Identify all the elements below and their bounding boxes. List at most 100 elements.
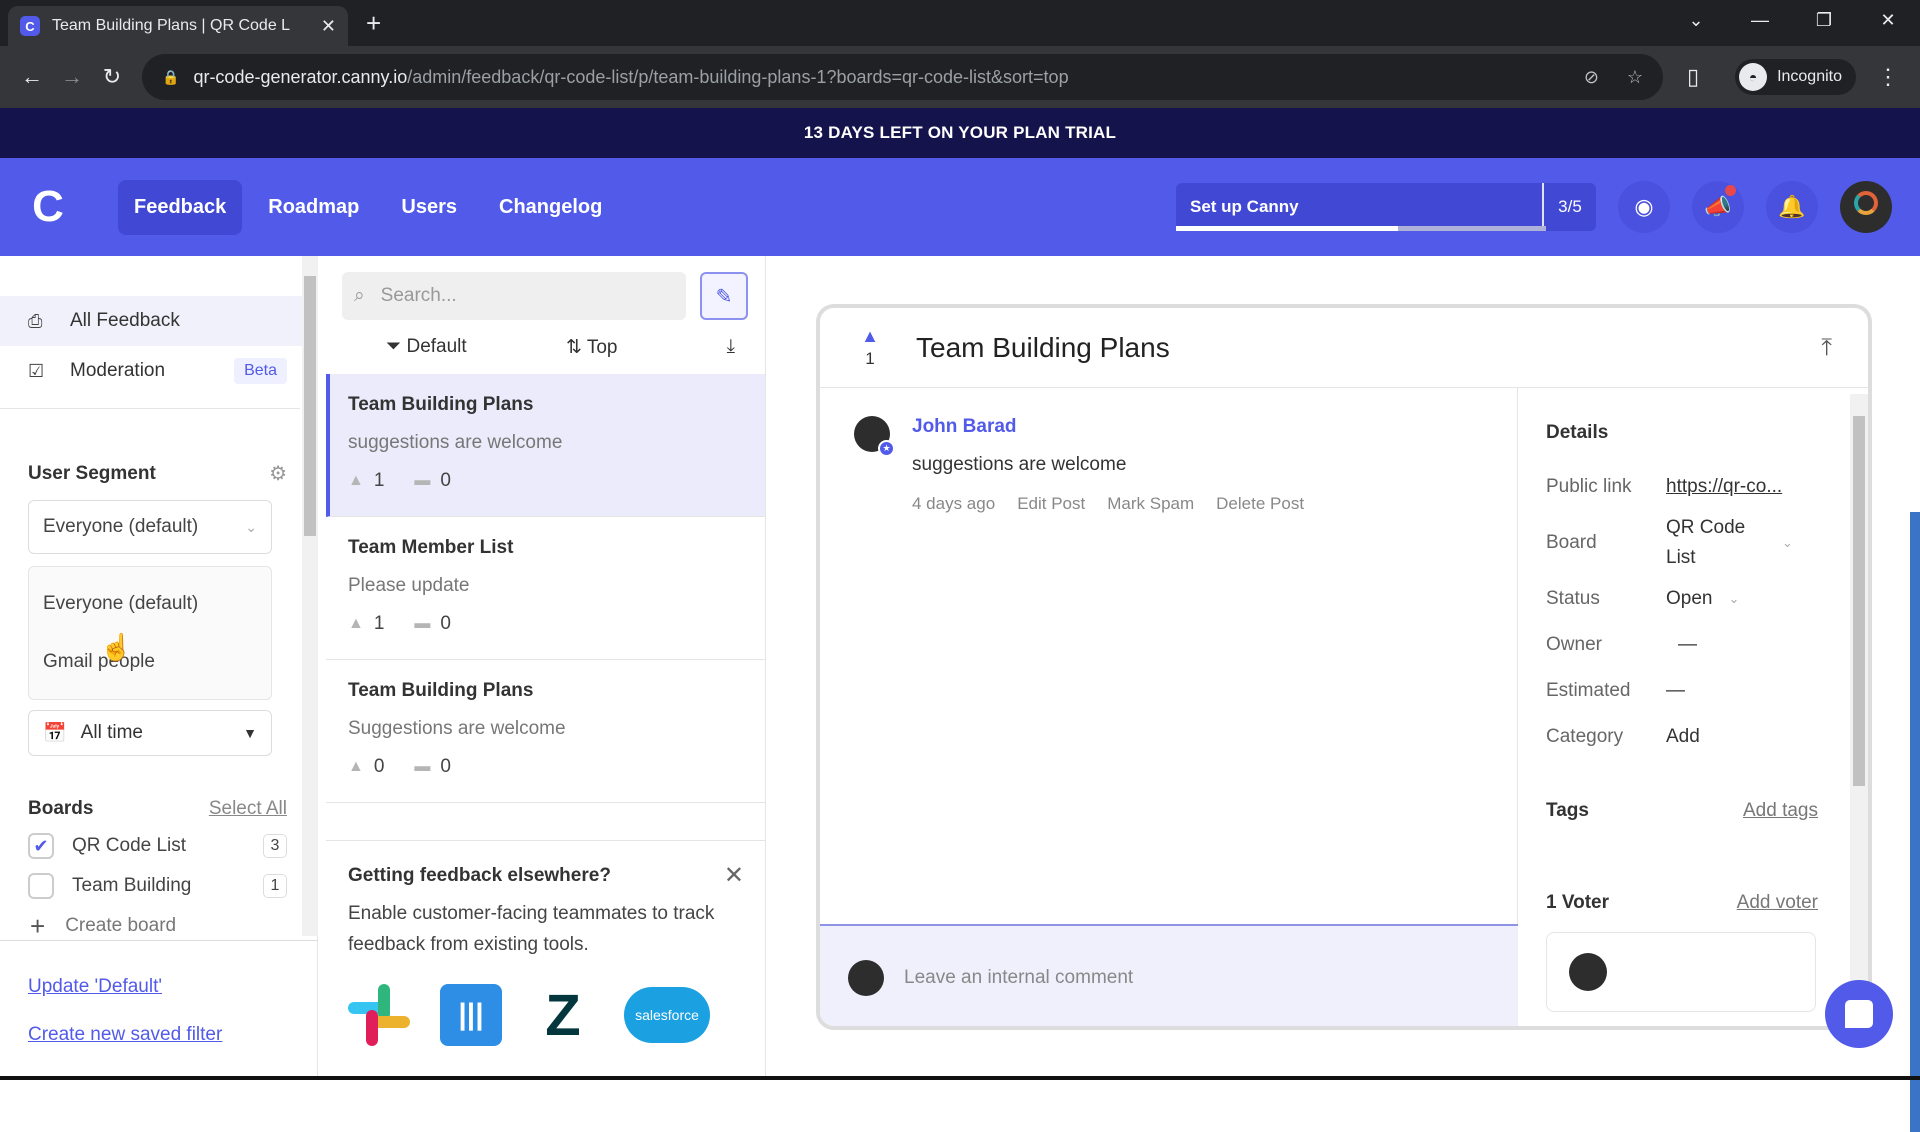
- chevron-down-icon: ⌄: [1728, 591, 1739, 607]
- nav-feedback[interactable]: Feedback: [118, 180, 242, 235]
- tab-search-icon[interactable]: ⌄: [1664, 10, 1728, 31]
- back-icon[interactable]: ←: [12, 64, 52, 90]
- details-scrollbar[interactable]: [1850, 394, 1868, 1014]
- create-saved-filter-link[interactable]: Create new saved filter: [28, 1024, 222, 1046]
- tab-title: Team Building Plans | QR Code L: [52, 17, 311, 35]
- sidebar-item-moderation[interactable]: ☑ Moderation Beta: [0, 346, 317, 396]
- create-post-button[interactable]: ✎: [700, 272, 748, 320]
- promo-title: Getting feedback elsewhere?: [348, 865, 611, 890]
- close-window-icon[interactable]: ✕: [1856, 10, 1920, 31]
- voter-list: [1546, 932, 1816, 1012]
- add-tags-link[interactable]: Add tags: [1743, 800, 1818, 822]
- setup-canny-button[interactable]: Set up Canny 3/5: [1176, 183, 1596, 231]
- zendesk-logo-icon[interactable]: Z: [532, 984, 594, 1046]
- forward-icon[interactable]: →: [52, 64, 92, 90]
- reload-icon[interactable]: ↻: [92, 64, 132, 90]
- status-value: Open: [1666, 588, 1712, 610]
- sidebar-item-all-feedback[interactable]: ⎙ All Feedback: [0, 296, 317, 346]
- merge-icon[interactable]: ⤒: [1821, 334, 1832, 362]
- upvote-button[interactable]: ▲ 1: [858, 327, 882, 369]
- incognito-badge[interactable]: ◓ Incognito: [1735, 59, 1856, 95]
- user-segment-title: User Segment: [28, 463, 156, 485]
- upvote-icon: ▲: [348, 758, 364, 776]
- estimated-value[interactable]: —: [1666, 680, 1685, 702]
- board-checkbox[interactable]: ✔: [28, 833, 54, 859]
- download-icon[interactable]: ⤓: [727, 336, 735, 358]
- chat-widget-button[interactable]: [1825, 980, 1893, 1048]
- sort-button[interactable]: ⇅ Top: [566, 336, 727, 359]
- post-list-item[interactable]: Team Building Plans Suggestions are welc…: [326, 660, 765, 803]
- beta-badge: Beta: [234, 358, 287, 384]
- plus-icon: +: [30, 911, 45, 942]
- close-icon[interactable]: ✕: [724, 861, 744, 890]
- page-scrollbar[interactable]: [1910, 512, 1920, 1132]
- update-default-link[interactable]: Update 'Default': [28, 976, 222, 998]
- segment-option-everyone[interactable]: Everyone (default): [29, 575, 271, 633]
- scrollbar-thumb[interactable]: [1853, 416, 1865, 786]
- status-select[interactable]: StatusOpen⌄: [1546, 576, 1868, 622]
- segment-option-gmail[interactable]: Gmail people: [29, 633, 271, 691]
- eye-off-icon[interactable]: ⊘: [1584, 67, 1599, 88]
- voter-avatar[interactable]: [1569, 953, 1607, 991]
- time-filter-select[interactable]: 📅 All time ▼: [28, 710, 272, 756]
- clipboard-check-icon: ☑: [28, 361, 52, 382]
- view-public-button[interactable]: ◉: [1618, 181, 1670, 233]
- boards-title: Boards: [28, 798, 93, 820]
- user-avatar[interactable]: [1840, 181, 1892, 233]
- add-voter-link[interactable]: Add voter: [1737, 892, 1818, 914]
- intercom-logo-icon[interactable]: |||: [440, 984, 502, 1046]
- canny-logo-icon[interactable]: C: [28, 184, 68, 230]
- slack-logo-icon[interactable]: [348, 984, 410, 1046]
- internal-comment-input[interactable]: Leave an internal comment: [820, 924, 1518, 1030]
- user-segment-select[interactable]: Everyone (default) ⌄: [28, 500, 272, 554]
- search-input[interactable]: ⌕ Search...: [342, 272, 686, 320]
- chat-icon: [1845, 1000, 1873, 1028]
- scrollbar-thumb[interactable]: [304, 276, 316, 536]
- star-icon[interactable]: ☆: [1627, 67, 1643, 88]
- edit-post-link[interactable]: Edit Post: [1017, 494, 1085, 514]
- window-controls: ⌄ — ❐ ✕: [1664, 0, 1920, 40]
- nav-roadmap[interactable]: Roadmap: [252, 180, 375, 235]
- post-detail-card: ▲ 1 Team Building Plans ⤒ ★ John Barad s…: [816, 304, 1872, 1030]
- close-tab-icon[interactable]: ✕: [321, 16, 336, 37]
- nav-users[interactable]: Users: [385, 180, 473, 235]
- url-input[interactable]: 🔒 qr-code-generator.canny.io /admin/feed…: [142, 54, 1663, 100]
- public-link[interactable]: https://qr-co...: [1666, 476, 1782, 498]
- vote-count: 1: [865, 349, 874, 369]
- post-time: 4 days ago: [912, 494, 995, 514]
- post-list-panel: ⌕ Search... ✎ ⏷ Default ⇅ Top ⤓ Team Bui…: [326, 256, 766, 1080]
- board-checkbox[interactable]: [28, 873, 54, 899]
- category-add[interactable]: Add: [1666, 726, 1700, 748]
- notifications-button[interactable]: 🔔: [1766, 181, 1818, 233]
- salesforce-logo-icon[interactable]: salesforce: [624, 987, 710, 1043]
- nav-changelog[interactable]: Changelog: [483, 180, 618, 235]
- minimize-icon[interactable]: —: [1728, 10, 1792, 31]
- post-list-item[interactable]: Team Member List Please update ▲1▬0: [326, 517, 765, 660]
- user-segment-value: Everyone (default): [43, 516, 198, 538]
- delete-post-link[interactable]: Delete Post: [1216, 494, 1304, 514]
- chevron-down-icon: ▼: [243, 725, 257, 741]
- user-segment-dropdown: Everyone (default) Gmail people: [28, 566, 272, 700]
- side-panel-icon[interactable]: ▯: [1673, 64, 1713, 90]
- board-item-qr-code-list[interactable]: ✔ QR Code List 3: [0, 826, 317, 866]
- new-tab-icon[interactable]: +: [366, 8, 381, 39]
- owner-value[interactable]: —: [1666, 634, 1697, 656]
- details-title: Details: [1546, 422, 1868, 444]
- filter-button[interactable]: ⏷ Default: [386, 336, 566, 358]
- announcements-button[interactable]: 📣: [1692, 181, 1744, 233]
- sidebar-scrollbar[interactable]: [302, 256, 318, 936]
- post-list-item[interactable]: Team Building Plans suggestions are welc…: [326, 374, 765, 517]
- gear-icon[interactable]: ⚙: [269, 461, 287, 486]
- mark-spam-link[interactable]: Mark Spam: [1107, 494, 1194, 514]
- post-desc: Please update: [348, 575, 743, 597]
- restore-icon[interactable]: ❐: [1792, 10, 1856, 31]
- browser-tab[interactable]: C Team Building Plans | QR Code L ✕: [8, 6, 348, 46]
- board-item-team-building[interactable]: Team Building 1: [0, 866, 317, 906]
- select-all-link[interactable]: Select All: [209, 798, 287, 820]
- chevron-down-icon: ⌄: [245, 519, 257, 536]
- board-select[interactable]: BoardQR Code List⌄: [1546, 510, 1868, 576]
- browser-menu-icon[interactable]: ⋮: [1868, 64, 1908, 90]
- author-name[interactable]: John Barad: [912, 416, 1304, 438]
- megaphone-icon: 📣: [1704, 194, 1731, 220]
- vote-count: 1: [374, 613, 385, 635]
